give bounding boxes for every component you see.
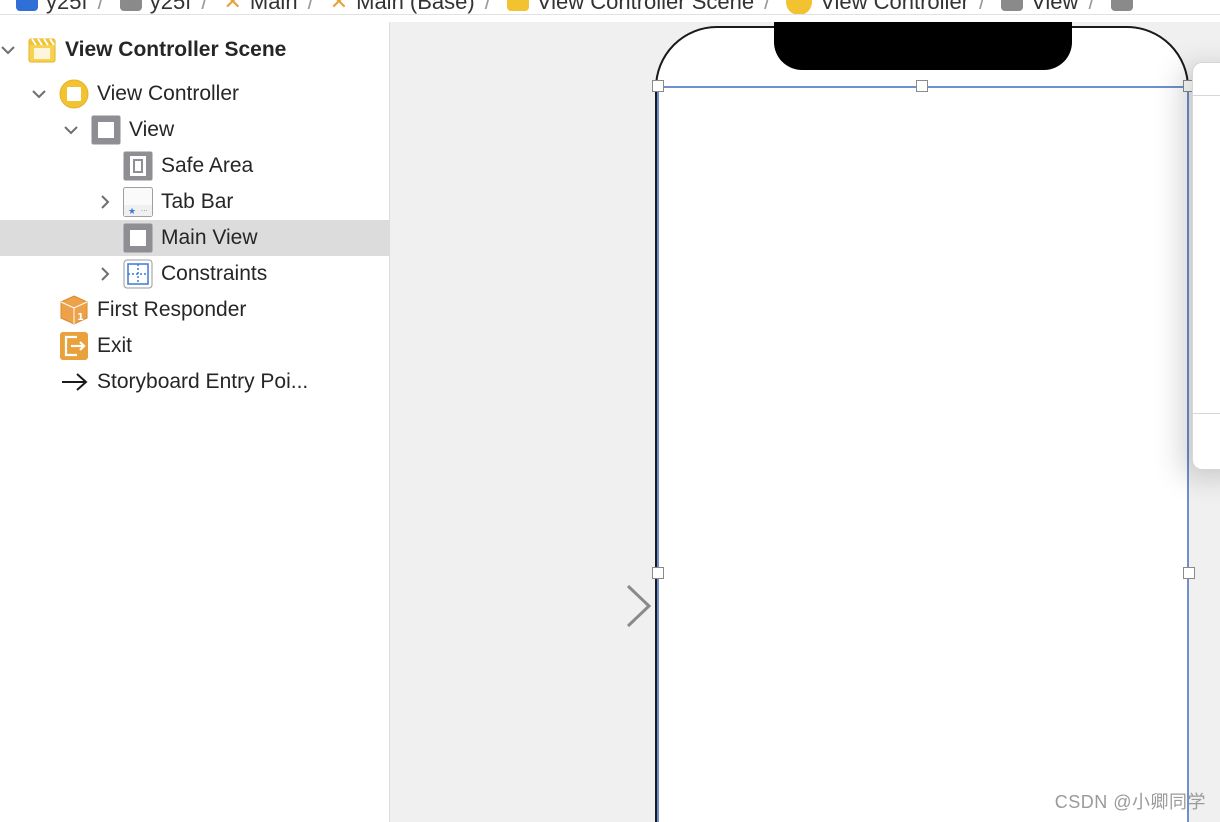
view-icon <box>1001 0 1024 11</box>
resize-handle-top-left[interactable] <box>652 80 664 92</box>
floating-panel[interactable] <box>1192 62 1220 470</box>
chevron-right-icon[interactable] <box>97 266 113 282</box>
outline-row-label: View Controller Scene <box>65 38 287 61</box>
outline-row-label: Safe Area <box>161 154 254 177</box>
outline-row-view-controller[interactable]: View Controller <box>0 76 389 112</box>
view-controller-icon <box>786 0 813 14</box>
scene-icon <box>27 35 57 65</box>
outline-row-view[interactable]: View <box>0 112 389 148</box>
outline-row-tab-bar[interactable]: ★ ··· Tab Bar <box>0 184 389 220</box>
entry-point-arrow-icon <box>59 367 89 397</box>
chevron-down-icon[interactable] <box>63 122 79 138</box>
outline-row-label: Storyboard Entry Poi... <box>97 370 309 393</box>
outline-row-storyboard-entry-point[interactable]: Storyboard Entry Poi... <box>0 364 389 400</box>
safe-area-icon <box>123 151 153 181</box>
first-responder-icon: 1 <box>59 295 89 325</box>
outline-row-first-responder[interactable]: 1 First Responder <box>0 292 389 328</box>
breadcrumb-label: Main <box>249 0 298 14</box>
main-view-selection[interactable] <box>657 86 1189 822</box>
watermark: CSDN @小卿同学 <box>1054 792 1206 812</box>
breadcrumb-label: View Controller <box>820 0 970 14</box>
outline-row-main-view[interactable]: Main View <box>0 220 389 256</box>
view-icon <box>91 115 121 145</box>
scene-icon <box>506 0 529 11</box>
breadcrumb-item-folder[interactable]: y25f / <box>104 0 207 14</box>
chevron-down-icon[interactable] <box>0 42 16 58</box>
exit-icon <box>59 331 89 361</box>
breadcrumb-item-scene[interactable]: View Controller Scene / <box>491 0 770 14</box>
breadcrumb-label: View <box>1031 0 1079 14</box>
jump-bar-breadcrumb: y25f / y25f / ✕ Main / ✕ Main (Base) / V… <box>0 0 1220 15</box>
outline-row-label: Constraints <box>161 262 268 285</box>
resize-handle-right[interactable] <box>1183 567 1195 579</box>
document-outline: View Controller Scene View Controller Vi… <box>0 22 390 822</box>
outline-row-label: Exit <box>97 334 133 357</box>
view-controller-icon <box>59 79 89 109</box>
breadcrumb-label: View Controller Scene <box>536 0 755 14</box>
device-notch <box>774 22 1072 70</box>
xcode-storyboard-editor: y25f / y25f / ✕ Main / ✕ Main (Base) / V… <box>0 0 1220 822</box>
outline-row-constraints[interactable]: Constraints <box>0 256 389 292</box>
outline-row-exit[interactable]: Exit <box>0 328 389 364</box>
outline-row-safe-area[interactable]: Safe Area <box>0 148 389 184</box>
breadcrumb-label: y25f <box>149 0 192 14</box>
constraints-icon <box>123 259 153 289</box>
floating-panel-header <box>1193 63 1220 96</box>
resize-handle-top[interactable] <box>916 80 928 92</box>
breadcrumb-item-view-child[interactable] <box>1095 0 1141 11</box>
svg-text:★: ★ <box>128 207 136 217</box>
chevron-down-icon[interactable] <box>31 86 47 102</box>
breadcrumb-item-project[interactable]: y25f / <box>0 0 104 14</box>
outline-row-label: View <box>129 118 175 141</box>
outline-row-label: Main View <box>161 226 258 249</box>
breadcrumb-item-view[interactable]: View / <box>985 0 1095 14</box>
project-icon <box>16 0 38 11</box>
folder-icon <box>119 0 142 11</box>
tab-bar-icon: ★ ··· <box>123 187 153 217</box>
breadcrumb-item-view-controller[interactable]: View Controller / <box>770 0 985 14</box>
svg-text:1: 1 <box>77 312 84 323</box>
storyboard-icon: ✕ <box>223 0 242 14</box>
breadcrumb-item-storyboard-base[interactable]: ✕ Main (Base) / <box>314 0 491 14</box>
view-icon <box>123 223 153 253</box>
breadcrumb-label: Main (Base) <box>356 0 475 14</box>
outline-row-label: Tab Bar <box>161 190 234 213</box>
outline-row-view-controller-scene[interactable]: View Controller Scene <box>0 32 389 68</box>
breadcrumb-item-storyboard[interactable]: ✕ Main / <box>207 0 313 14</box>
view-icon <box>1110 0 1133 11</box>
svg-text:···: ··· <box>141 207 148 215</box>
storyboard-icon: ✕ <box>329 0 349 14</box>
chevron-right-icon[interactable] <box>97 194 113 210</box>
outline-row-label: View Controller <box>97 82 240 105</box>
storyboard-entry-arrow[interactable] <box>524 582 656 628</box>
resize-handle-left[interactable] <box>652 567 664 579</box>
storyboard-canvas[interactable] <box>390 22 1220 822</box>
breadcrumb-label: y25f <box>46 0 88 14</box>
outline-row-label: First Responder <box>97 298 247 321</box>
floating-panel-divider <box>1193 413 1220 414</box>
